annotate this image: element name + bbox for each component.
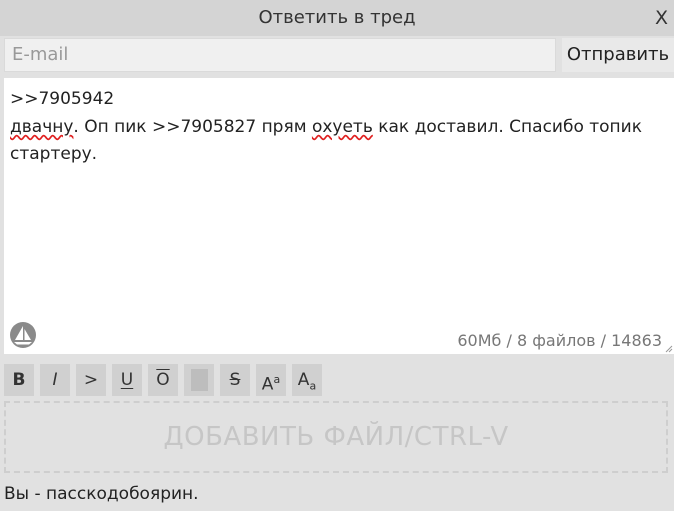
subscript-button[interactable]: Aa xyxy=(292,364,322,396)
italic-button[interactable]: I xyxy=(40,364,70,396)
resize-handle-icon[interactable] xyxy=(665,345,673,353)
comment-text-part: . Оп пик >>7905827 прям xyxy=(73,116,312,137)
spoiler-block-icon xyxy=(190,369,208,391)
misspelled-word: двачну xyxy=(10,116,74,137)
add-file-dropzone[interactable]: ДОБАВИТЬ ФАЙЛ/CTRL-V xyxy=(4,401,668,473)
comment-text[interactable]: >>7905942 двачну. Оп пик >>7905827 прям … xyxy=(10,86,668,169)
superscript-mark: a xyxy=(273,373,281,386)
comment-line-reply: >>7905942 xyxy=(10,89,115,109)
subscript-base: A xyxy=(297,370,310,390)
close-button[interactable]: X xyxy=(655,0,668,36)
limits-counter: 60Мб / 8 файлов / 14863 xyxy=(457,331,662,350)
quote-button[interactable]: > xyxy=(76,364,106,396)
sail-logo-icon[interactable] xyxy=(10,322,36,348)
window-title: Ответить в тред xyxy=(258,7,416,28)
email-row: Отправить xyxy=(0,36,674,76)
superscript-button[interactable]: Aa xyxy=(256,364,286,396)
user-status-text: Вы - пасскодобоярин. xyxy=(4,484,199,504)
bold-button[interactable]: B xyxy=(4,364,34,396)
subscript-mark: a xyxy=(309,379,317,393)
send-button[interactable]: Отправить xyxy=(562,38,674,72)
spoiler-button[interactable] xyxy=(184,364,214,396)
email-field[interactable] xyxy=(4,38,556,72)
comment-textarea[interactable]: >>7905942 двачну. Оп пик >>7905827 прям … xyxy=(4,78,674,354)
underline-button[interactable]: U xyxy=(112,364,142,396)
strikethrough-button[interactable]: S xyxy=(220,364,250,396)
superscript-base: A xyxy=(261,374,274,395)
overline-button[interactable]: O xyxy=(148,364,178,396)
misspelled-word: охуеть xyxy=(311,116,373,137)
title-bar[interactable]: Ответить в тред X xyxy=(0,0,674,36)
